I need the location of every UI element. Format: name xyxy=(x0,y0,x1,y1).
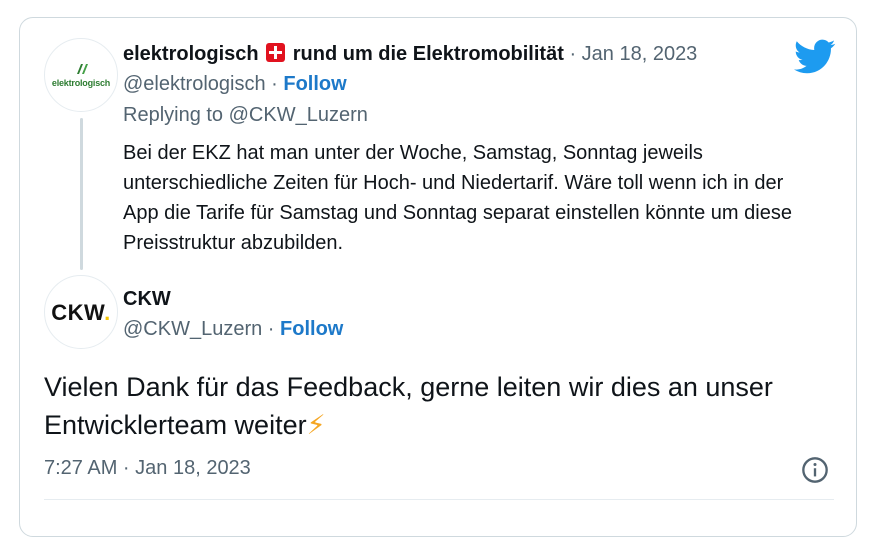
tweet-timestamp[interactable]: 7:27 AM · Jan 18, 2023 xyxy=(44,457,251,480)
main-handle-line: @CKW_Luzern · Follow xyxy=(123,318,343,341)
twitter-bird-icon[interactable] xyxy=(794,39,836,75)
thread-connector-line xyxy=(80,118,83,270)
reply-display-name-suffix[interactable]: rund um die Elektromobilität xyxy=(293,43,564,65)
ckw-logo: CKW. xyxy=(45,300,117,326)
ckw-logo-dot: . xyxy=(104,300,111,325)
embedded-tweet-card: elektrologisch elektrologisch rund um di… xyxy=(19,17,857,537)
lightning-emoji: ⚡ xyxy=(306,410,326,440)
replying-to-label[interactable]: Replying to @CKW_Luzern xyxy=(123,104,368,127)
ckw-avatar[interactable]: CKW. xyxy=(44,275,118,349)
main-display-name[interactable]: CKW xyxy=(123,288,171,311)
info-icon[interactable] xyxy=(801,456,829,484)
swiss-flag-icon xyxy=(266,43,286,62)
reply-handle[interactable]: @elektrologisch · xyxy=(123,73,278,95)
reply-date[interactable]: · Jan 18, 2023 xyxy=(569,43,697,65)
reply-author-line: elektrologisch rund um die Elektromobili… xyxy=(123,43,697,66)
main-handle[interactable]: @CKW_Luzern · xyxy=(123,318,274,340)
card-divider xyxy=(44,499,834,500)
main-follow-button[interactable]: Follow xyxy=(280,318,343,340)
reply-tweet-text: Bei der EKZ hat man unter der Woche, Sam… xyxy=(123,142,792,254)
reply-display-name[interactable]: elektrologisch xyxy=(123,43,259,65)
elektrologisch-avatar[interactable]: elektrologisch xyxy=(44,38,118,112)
main-tweet-text-content: Vielen Dank für das Feedback, gerne leit… xyxy=(44,372,773,440)
ckw-logo-text: CKW xyxy=(51,300,105,325)
reply-handle-line: @elektrologisch · Follow xyxy=(123,73,347,96)
main-tweet-text: Vielen Dank für das Feedback, gerne leit… xyxy=(44,368,824,444)
elektrologisch-logo-icon xyxy=(77,64,88,74)
elektrologisch-logo-text: elektrologisch xyxy=(51,78,111,88)
reply-follow-button[interactable]: Follow xyxy=(283,73,346,95)
